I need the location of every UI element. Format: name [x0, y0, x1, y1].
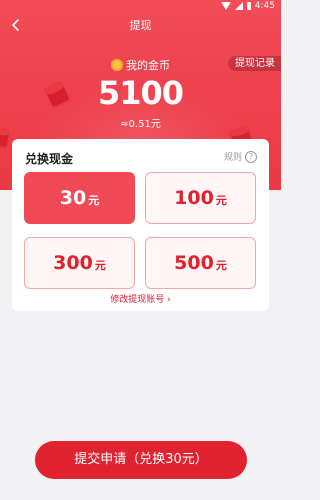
battery-icon [246, 2, 251, 10]
option-30[interactable]: 30 元 [24, 172, 135, 224]
page-title: 提现 [129, 19, 152, 32]
option-unit: 元 [88, 194, 100, 207]
option-500[interactable]: 500 元 [145, 237, 256, 289]
option-unit: 元 [215, 194, 227, 207]
option-amount: 500 [174, 252, 214, 274]
status-bar: 4:45 [0, 0, 281, 14]
option-unit: 元 [94, 259, 106, 272]
status-time: 4:45 [254, 1, 275, 11]
card-title: 兑换现金 [25, 152, 74, 166]
help-icon: ? [245, 150, 257, 163]
change-account-link[interactable]: 修改提现账号 › [12, 292, 269, 305]
coin-rmb-equivalent: ≈0.51元 [120, 119, 161, 130]
coin-icon [111, 59, 123, 71]
option-amount: 100 [174, 187, 214, 209]
withdraw-record-button[interactable]: 提现记录 [228, 56, 281, 71]
option-amount: 300 [53, 252, 93, 274]
nav-bar: 提现 [0, 14, 281, 36]
signal-icon [234, 2, 243, 10]
option-100[interactable]: 100 元 [145, 172, 256, 224]
option-300[interactable]: 300 元 [24, 237, 135, 289]
coin-label: 我的金币 [126, 59, 170, 72]
option-amount: 30 [59, 187, 87, 209]
coin-balance: 5100 [97, 74, 184, 112]
wifi-icon [220, 2, 231, 10]
submit-button[interactable]: 提交申请（兑换30元） [35, 441, 247, 479]
rules-label: 规则 [223, 153, 242, 163]
status-icons: 4:45 [220, 1, 275, 11]
rules-link[interactable]: 规则 ? [224, 150, 257, 163]
option-unit: 元 [215, 259, 227, 272]
exchange-card: 兑换现金 规则 ? 30 元 100 元 300 元 500 元 修改提现账号 … [12, 139, 269, 311]
